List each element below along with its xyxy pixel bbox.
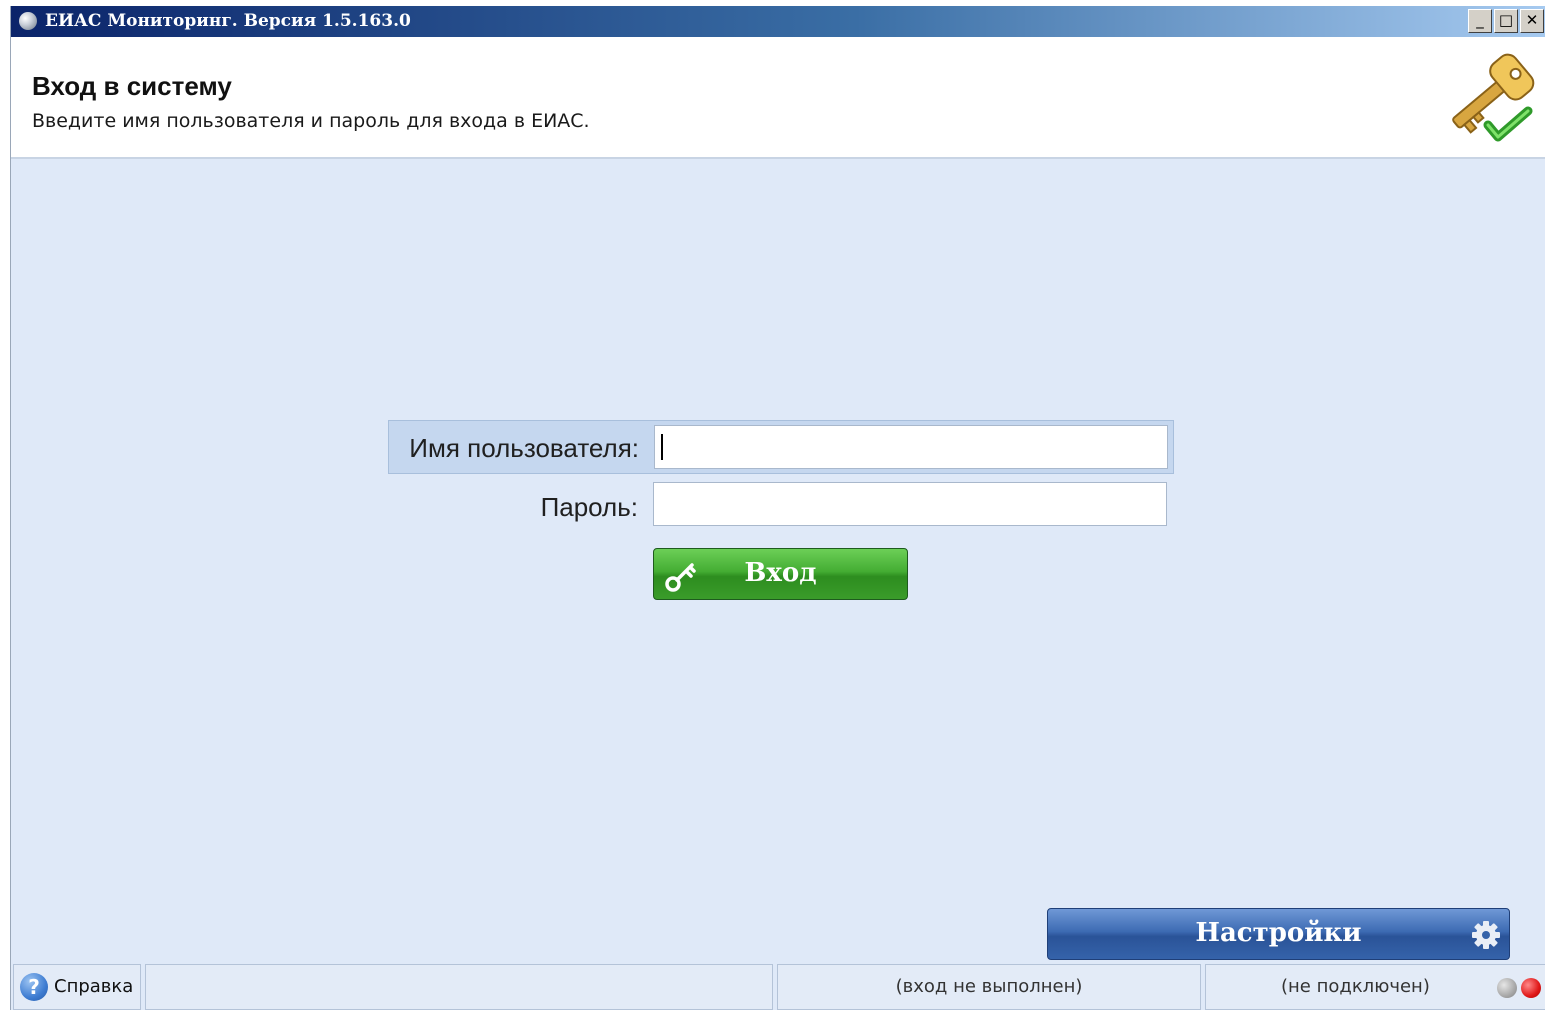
window-title: ЕИАС Мониторинг. Версия 1.5.163.0: [45, 11, 411, 31]
connection-status-panel: (не подключен): [1205, 964, 1545, 1010]
login-button-label: Вход: [744, 558, 817, 588]
settings-button[interactable]: Настройки: [1047, 908, 1510, 960]
maximize-button[interactable]: □: [1494, 9, 1518, 33]
minimize-button[interactable]: _: [1468, 9, 1492, 33]
grey-indicator-icon: [1497, 978, 1517, 998]
red-indicator-icon: [1521, 978, 1541, 998]
page-subtitle: Введите имя пользователя и пароль для вх…: [32, 110, 590, 132]
help-label: Справка: [54, 976, 134, 997]
key-with-checkmark-icon: [1452, 53, 1535, 142]
status-bar: ? Справка (вход не выполнен) (не подключ…: [11, 964, 1545, 1010]
status-empty-panel: [145, 964, 773, 1010]
text-caret: [661, 434, 663, 460]
gear-icon: [1472, 921, 1500, 949]
login-status: (вход не выполнен): [777, 964, 1201, 1010]
window-controls: _ □ ✕: [1468, 9, 1544, 33]
username-input[interactable]: [654, 425, 1168, 469]
page-title: Вход в систему: [32, 71, 232, 101]
password-label: Пароль:: [540, 492, 638, 522]
settings-button-label: Настройки: [1195, 918, 1362, 948]
page-header: Вход в систему Введите имя пользователя …: [11, 37, 1545, 159]
username-label: Имя пользователя:: [409, 433, 639, 463]
login-button[interactable]: Вход: [653, 548, 908, 600]
login-window: ЕИАС Мониторинг. Версия 1.5.163.0 _ □ ✕ …: [10, 6, 1545, 1010]
help-button[interactable]: ? Справка: [13, 964, 141, 1010]
title-bar[interactable]: ЕИАС Мониторинг. Версия 1.5.163.0 _ □ ✕: [11, 6, 1545, 37]
close-button[interactable]: ✕: [1520, 9, 1544, 33]
help-icon: ?: [20, 973, 48, 1001]
connection-status: (не подключен): [1281, 976, 1430, 997]
app-globe-icon: [19, 12, 37, 30]
password-input[interactable]: [653, 482, 1167, 526]
username-row: Имя пользователя:: [388, 420, 1174, 474]
